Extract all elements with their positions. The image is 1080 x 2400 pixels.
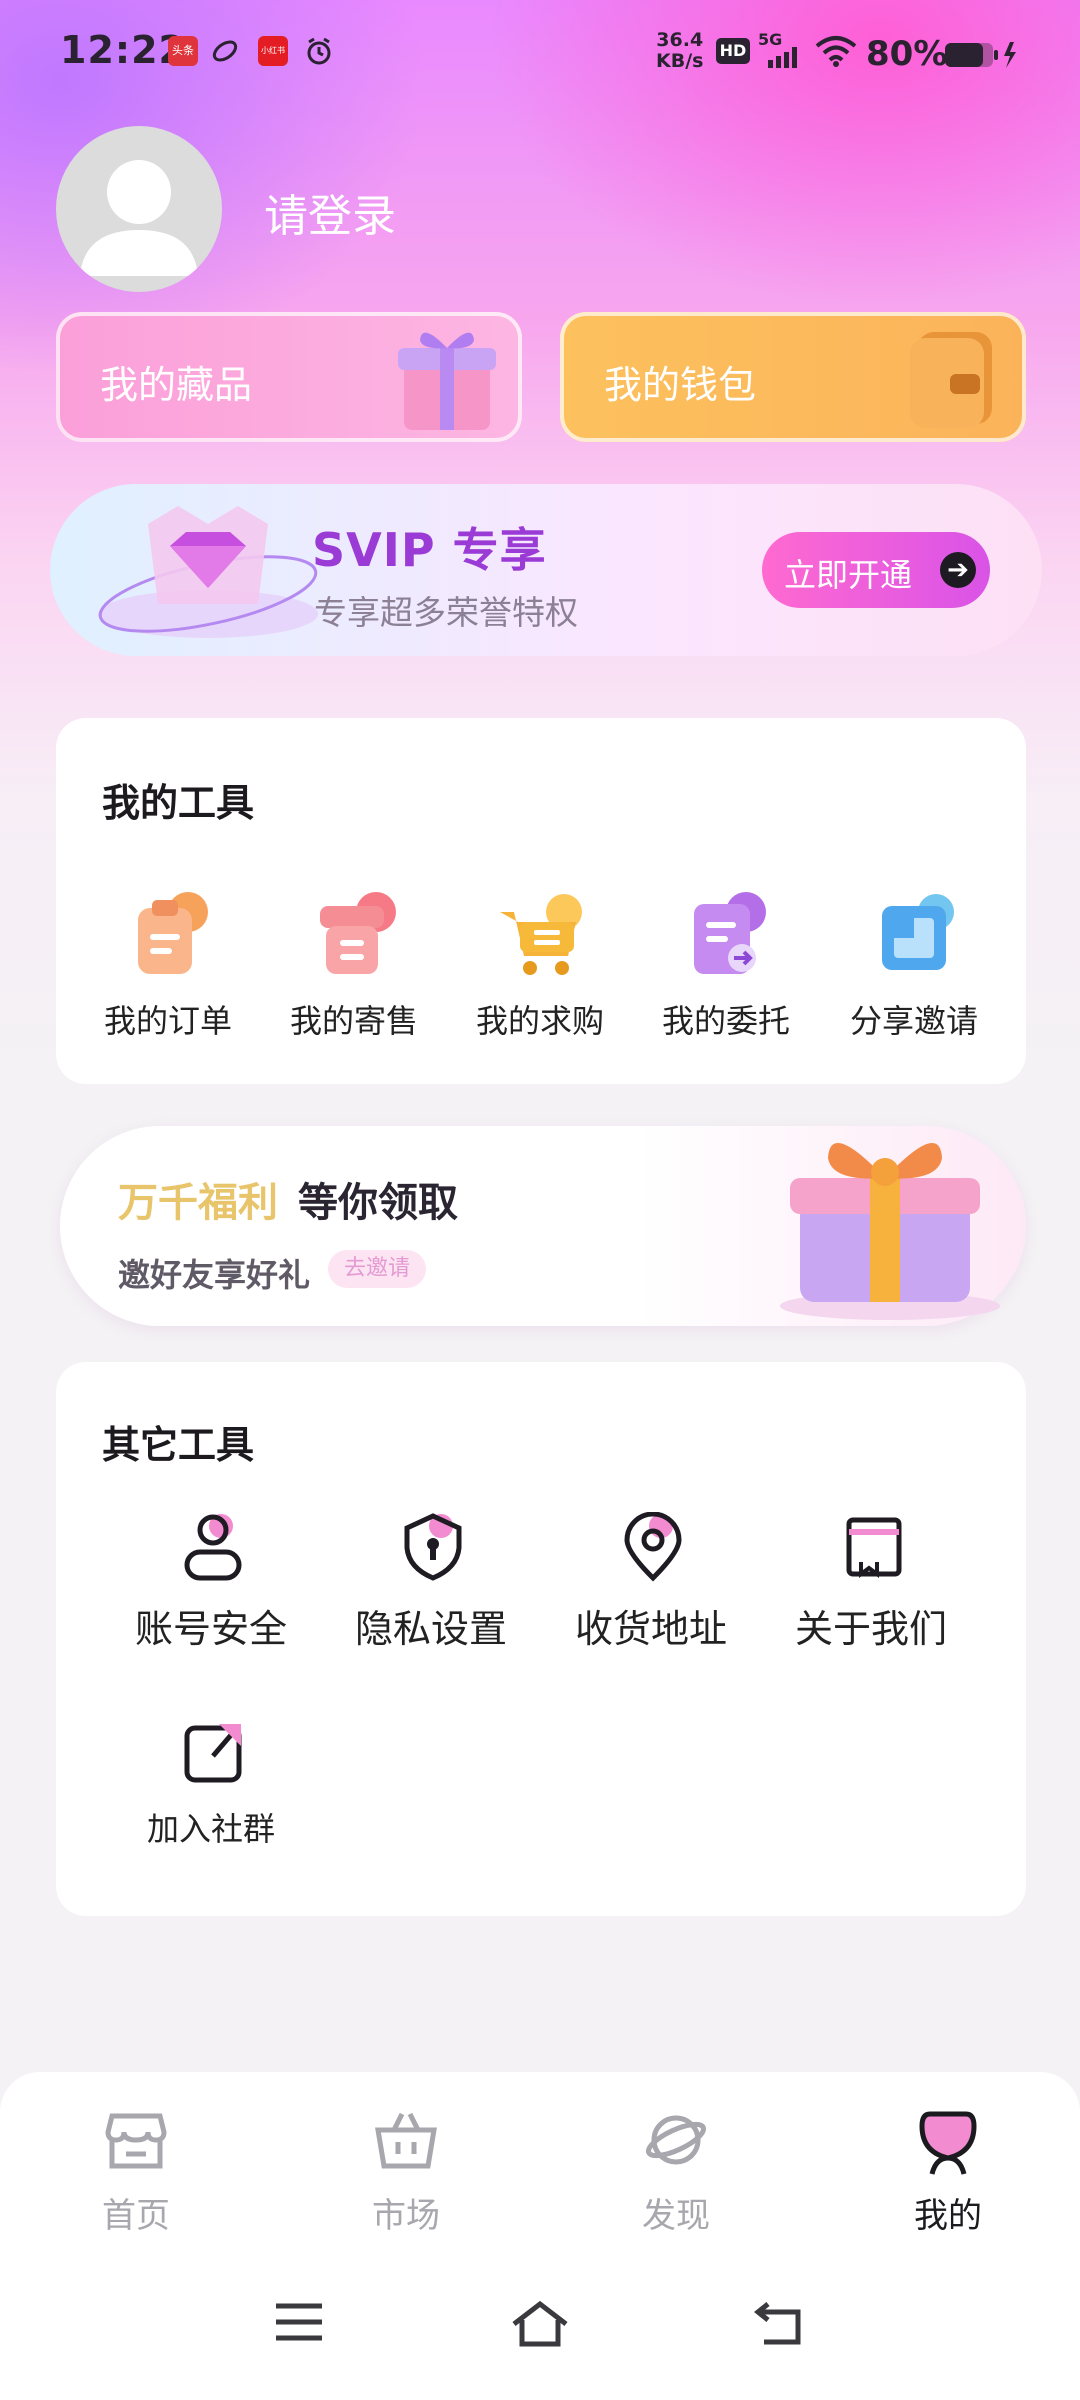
- gift-box-icon: [398, 332, 496, 430]
- welfare-title: 等你领取: [298, 1180, 458, 1226]
- privacy-shield-icon: [404, 1513, 462, 1581]
- arrow-right-icon: ➔: [940, 552, 976, 588]
- my-collection-card[interactable]: 我的藏品: [56, 312, 522, 442]
- tool-label: 隐私设置: [354, 1607, 507, 1651]
- tool-join-community[interactable]: 加入社群: [106, 1718, 316, 1858]
- planet-icon: [645, 2115, 707, 2165]
- wallet-icon: [910, 332, 992, 428]
- svip-open-button[interactable]: 立即开通 ➔: [762, 532, 990, 608]
- tool-label: 加入社群: [146, 1810, 275, 1848]
- home-icon[interactable]: [510, 2300, 570, 2352]
- tool-label: 我的委托: [661, 1002, 790, 1040]
- storefront-icon: [105, 2113, 167, 2169]
- network-speed: 36.4 KB/s: [656, 30, 703, 72]
- user-account-icon: [184, 1514, 242, 1581]
- battery-percent: 80%: [866, 34, 948, 74]
- tool-shipping-address[interactable]: 收货地址: [546, 1512, 756, 1652]
- nav-label: 首页: [102, 2196, 170, 2236]
- tool-label: 我的求购: [475, 1002, 604, 1040]
- tool-label: 我的寄售: [289, 1002, 418, 1040]
- menu-icon[interactable]: [272, 2300, 326, 2348]
- my-wallet-label: 我的钱包: [604, 363, 757, 407]
- shopping-cart-icon: [500, 894, 582, 975]
- wifi-icon: [814, 34, 858, 72]
- avatar[interactable]: [56, 126, 222, 292]
- tool-label: 收货地址: [574, 1607, 727, 1651]
- tool-about-us[interactable]: 关于我们: [766, 1512, 976, 1652]
- share-invite-icon: [882, 894, 954, 970]
- svip-open-label: 立即开通: [784, 556, 913, 594]
- welfare-subtitle: 邀好友享好礼: [118, 1256, 311, 1294]
- xiaohongshu-app-icon: 小红书: [258, 36, 288, 66]
- network-speed-unit: KB/s: [656, 50, 704, 72]
- tool-label: 我的订单: [103, 1002, 232, 1040]
- back-icon[interactable]: [753, 2300, 808, 2352]
- profile-icon: [919, 2111, 977, 2175]
- svip-title: SVIP 专享: [312, 523, 547, 577]
- entrust-document-icon: [694, 892, 766, 974]
- tool-privacy-settings[interactable]: 隐私设置: [326, 1512, 536, 1652]
- external-link-icon: [184, 1724, 242, 1783]
- nav-label: 我的: [914, 2196, 982, 2236]
- tool-account-security[interactable]: 账号安全: [106, 1512, 316, 1652]
- toutiao-app-icon: 头条: [168, 36, 198, 66]
- status-bar: 12:22 头条 小红书 36.4 KB/s HD 5G 80%: [0, 0, 1080, 110]
- battery-icon: [944, 40, 1024, 74]
- tool-label: 账号安全: [134, 1607, 287, 1651]
- gift-box-icon: [780, 1142, 1000, 1320]
- my-collection-label: 我的藏品: [100, 363, 253, 407]
- nav-label: 发现: [642, 2196, 710, 2236]
- link-app-icon: [210, 36, 240, 66]
- login-prompt[interactable]: 请登录: [264, 180, 396, 244]
- tool-label: 关于我们: [794, 1607, 947, 1651]
- order-clipboard-icon: [138, 892, 208, 974]
- welfare-title-highlight: 万千福利: [118, 1180, 278, 1226]
- consignment-box-icon: [320, 892, 396, 974]
- svip-subtitle: 专享超多荣誉特权: [314, 593, 578, 632]
- nav-label: 市场: [372, 2196, 440, 2236]
- go-invite-pill[interactable]: 去邀请: [328, 1250, 427, 1288]
- my-wallet-card[interactable]: 我的钱包: [560, 312, 1026, 442]
- basket-icon: [375, 2112, 437, 2169]
- about-book-icon: [846, 1517, 902, 1578]
- diamond-crown-icon: [98, 506, 318, 638]
- other-tools-title: 其它工具: [102, 1423, 255, 1467]
- hd-badge: HD: [716, 38, 750, 64]
- default-avatar-icon: [80, 160, 198, 276]
- location-pin-icon: [624, 1512, 682, 1582]
- tool-label: 分享邀请: [849, 1002, 978, 1040]
- my-tools-title: 我的工具: [102, 781, 255, 825]
- alarm-icon: [304, 36, 334, 66]
- signal-icon: [764, 44, 804, 74]
- network-speed-value: 36.4: [656, 29, 704, 51]
